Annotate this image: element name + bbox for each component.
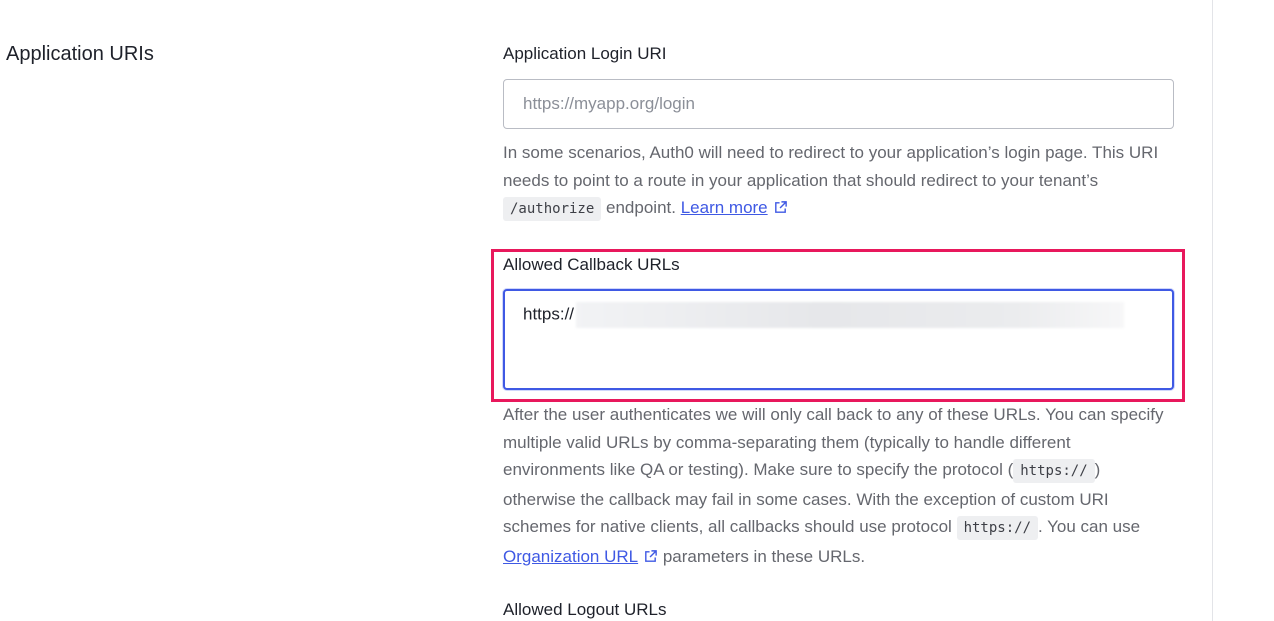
redacted-url xyxy=(576,302,1125,328)
help-text: parameters in these URLs. xyxy=(658,546,866,566)
panel-divider xyxy=(1212,0,1213,621)
https-code: https:// xyxy=(956,516,1038,540)
callback-url-value: https:// xyxy=(523,304,575,324)
callback-urls-label: Allowed Callback URLs xyxy=(503,255,680,274)
external-link-icon[interactable] xyxy=(773,200,788,215)
login-uri-help: In some scenarios, Auth0 will need to re… xyxy=(503,139,1173,224)
callback-urls-textarea[interactable]: https:// xyxy=(503,289,1174,390)
organization-url-link[interactable]: Organization URL xyxy=(503,547,638,566)
callback-urls-help: After the user authenticates we will onl… xyxy=(503,401,1173,570)
login-uri-label: Application Login URI xyxy=(503,44,667,63)
authorize-code: /authorize xyxy=(503,197,602,221)
https-code: https:// xyxy=(1013,459,1095,483)
login-uri-input[interactable]: https://myapp.org/login xyxy=(503,79,1174,129)
learn-more-link[interactable]: Learn more xyxy=(681,198,768,217)
logout-urls-label: Allowed Logout URLs xyxy=(503,600,667,619)
section-title: Application URIs xyxy=(6,43,154,65)
help-text: endpoint. xyxy=(601,198,681,217)
external-link-icon[interactable] xyxy=(643,549,658,564)
help-text: . You can use xyxy=(1038,517,1141,536)
help-text: In some scenarios, Auth0 will need to re… xyxy=(503,143,1159,190)
login-uri-field: Application Login URI xyxy=(503,44,1173,64)
login-uri-placeholder: https://myapp.org/login xyxy=(523,94,695,113)
